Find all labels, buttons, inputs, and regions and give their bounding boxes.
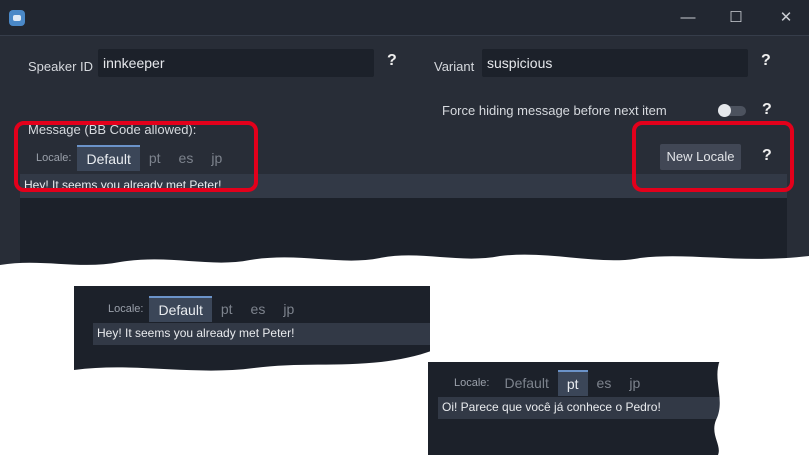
speaker-id-label: Speaker ID xyxy=(28,59,94,74)
crop2-torn-edge xyxy=(714,360,730,455)
highlight-locale-tabs xyxy=(14,121,258,192)
crop1-torn-edge xyxy=(74,350,434,380)
crop1-tab-es[interactable]: es xyxy=(242,296,275,322)
title-bar: — ☐ ✕ xyxy=(0,0,809,35)
godot-app-icon xyxy=(9,10,25,26)
variant-label: Variant xyxy=(434,59,475,74)
speaker-id-input[interactable]: innkeeper xyxy=(98,49,374,77)
crop-pt-locale: Locale: Default pt es jp Oi! Parece que … xyxy=(428,362,720,455)
variant-help-icon[interactable]: ? xyxy=(761,52,771,70)
minimize-icon[interactable]: — xyxy=(677,8,699,28)
crop2-tab-es[interactable]: es xyxy=(588,370,621,396)
highlight-new-locale xyxy=(632,121,794,192)
speaker-help-icon[interactable]: ? xyxy=(387,52,397,70)
crop2-locale-tabs: Locale: Default pt es jp xyxy=(454,370,649,396)
crop1-tab-jp[interactable]: jp xyxy=(274,296,303,322)
close-icon[interactable]: ✕ xyxy=(775,8,797,28)
variant-input[interactable]: suspicious xyxy=(482,49,748,77)
crop1-tab-pt[interactable]: pt xyxy=(212,296,242,322)
crop2-tab-pt[interactable]: pt xyxy=(557,370,588,396)
crop1-tab-default[interactable]: Default xyxy=(149,296,212,322)
force-hide-toggle[interactable] xyxy=(718,104,746,117)
force-hide-label: Force hiding message before next item xyxy=(442,103,667,118)
force-hide-help-icon[interactable]: ? xyxy=(762,101,772,119)
crop2-tab-jp[interactable]: jp xyxy=(620,370,649,396)
crop2-message-text[interactable]: Oi! Parece que você já conhece o Pedro! xyxy=(438,397,720,419)
crop2-locale-label: Locale: xyxy=(454,377,490,389)
crop1-locale-label: Locale: xyxy=(108,303,144,315)
crop1-locale-tabs: Locale: Default pt es jp xyxy=(108,296,303,322)
maximize-icon[interactable]: ☐ xyxy=(725,8,747,28)
crop2-tab-default[interactable]: Default xyxy=(495,370,557,396)
